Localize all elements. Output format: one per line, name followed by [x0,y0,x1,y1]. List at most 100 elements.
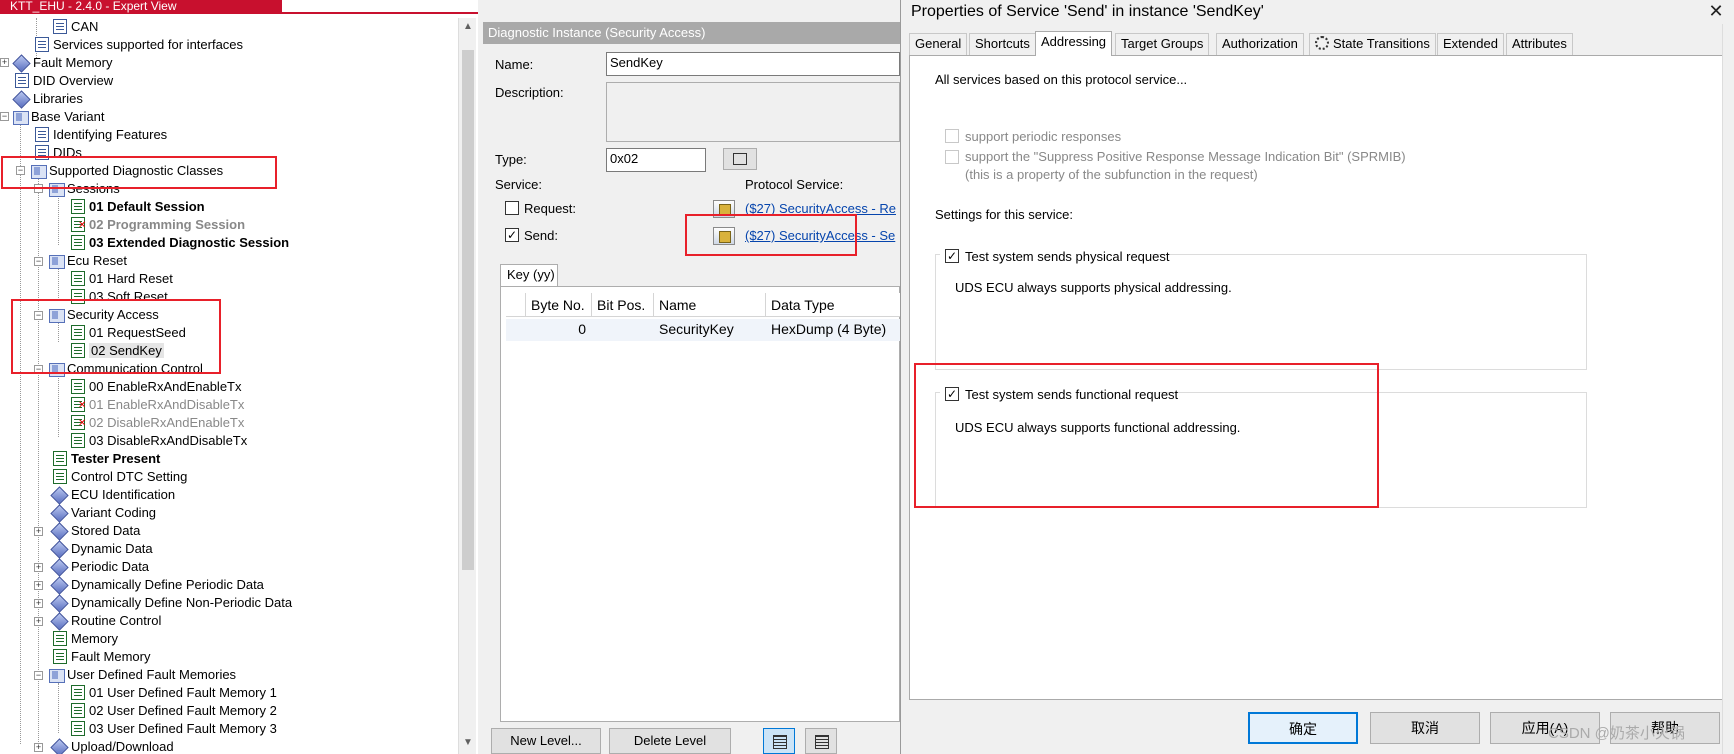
service-icon [71,271,85,286]
new-level-button[interactable]: New Level... [491,728,601,754]
tree-item-extended-session[interactable]: 03 Extended Diagnostic Session [71,234,289,252]
collapse-toggle[interactable]: − [34,257,43,266]
physical-request-note: UDS ECU always supports physical address… [955,280,1232,295]
service-label: Service: [495,177,542,192]
tree-item-dyn-define-periodic[interactable]: Dynamically Define Periodic Data [51,576,264,594]
close-icon[interactable]: ✕ [1701,0,1731,22]
tab-authorization[interactable]: Authorization [1216,33,1304,55]
tree-item-dyn-define-nonperiodic[interactable]: Dynamically Define Non-Periodic Data [51,594,292,612]
document-icon [53,19,67,34]
tab-shortcuts[interactable]: Shortcuts [969,33,1036,55]
scroll-down-icon[interactable]: ▼ [463,738,473,748]
tree-item-disable-rx-enable-tx[interactable]: 02 DisableRxAndEnableTx [71,414,244,432]
view-mode-detail-button[interactable] [805,728,837,754]
column-header-byte-no[interactable]: Byte No. [526,293,592,317]
description-field[interactable] [606,82,900,142]
service-icon [53,469,67,484]
service-icon [71,235,85,250]
tree-item-user-defined-fault-memories[interactable]: User Defined Fault Memories [49,666,236,684]
tree-item-enable-rx-enable-tx[interactable]: 00 EnableRxAndEnableTx [71,378,242,396]
expand-toggle[interactable]: + [34,743,43,752]
gem-icon [51,559,67,574]
gem-icon [51,505,67,520]
tree-item-identifying-features[interactable]: Identifying Features [35,126,167,144]
tree-item-stored-data[interactable]: Stored Data [51,522,140,540]
type-field[interactable]: 0x02 [606,148,706,172]
tree-item-udfm-1[interactable]: 01 User Defined Fault Memory 1 [71,684,277,702]
expand-toggle[interactable]: + [34,599,43,608]
tree-item-base-variant[interactable]: Base Variant [13,108,104,126]
collapse-toggle[interactable]: − [0,112,9,121]
name-field[interactable]: SendKey [606,52,900,76]
intro-text: All services based on this protocol serv… [935,72,1188,87]
tree-guide [58,195,59,245]
disabled-service-icon [71,397,86,412]
column-header-name[interactable]: Name [654,293,766,317]
send-checkbox[interactable]: ✓ [505,228,519,242]
expand-toggle[interactable]: + [34,581,43,590]
tree-item-routine-control[interactable]: Routine Control [51,612,161,630]
name-label: Name: [495,57,534,72]
service-properties-dialog: Properties of Service 'Send' in instance… [900,0,1734,754]
tree-item-libraries[interactable]: Libraries [13,90,83,108]
tree-item-tester-present[interactable]: Tester Present [53,450,160,468]
tree-item-variant-coding[interactable]: Variant Coding [51,504,156,522]
tree-item-can[interactable]: CAN [53,18,98,36]
tree-item-hard-reset[interactable]: 01 Hard Reset [71,270,173,288]
tab-general[interactable]: General [909,33,968,55]
tree-item-default-session[interactable]: 01 Default Session [71,198,205,216]
tree-item-programming-session[interactable]: 02 Programming Session [71,216,245,234]
scroll-thumb[interactable] [462,50,474,570]
expand-toggle[interactable]: + [0,58,9,67]
highlight-box-functional [914,363,1379,508]
tree-item-udfm-3[interactable]: 03 User Defined Fault Memory 3 [71,720,277,738]
tab-addressing[interactable]: Addressing [1035,31,1113,56]
sprmib-label: support the "Suppress Positive Response … [965,149,1406,164]
physical-request-checkbox[interactable]: ✓ [945,249,959,263]
tree-item-fault-memory-2[interactable]: Fault Memory [53,648,150,666]
column-header-data-type[interactable]: Data Type [766,293,901,317]
tab-state-transitions[interactable]: State Transitions [1309,33,1436,55]
request-checkbox[interactable] [505,201,519,215]
tab-attributes[interactable]: Attributes [1506,33,1573,55]
table-row[interactable]: 0 SecurityKey HexDump (4 Byte) [506,319,901,341]
document-icon [15,73,29,88]
tree-item-enable-rx-disable-tx[interactable]: 01 EnableRxAndDisableTx [71,396,244,414]
gem-icon [51,523,67,538]
tree-item-disable-rx-disable-tx[interactable]: 03 DisableRxAndDisableTx [71,432,247,450]
tree-item-dynamic-data[interactable]: Dynamic Data [51,540,153,558]
expand-toggle[interactable]: + [34,617,43,626]
ok-button[interactable]: 确定 [1248,712,1358,744]
tree-item-ecu-reset[interactable]: Ecu Reset [49,252,127,270]
tree-item-fault-memory[interactable]: Fault Memory [13,54,112,72]
tree-guide [58,371,59,437]
folder-icon [13,109,29,125]
gem-icon [51,613,67,628]
cancel-button[interactable]: 取消 [1370,712,1480,744]
tab-extended[interactable]: Extended [1437,33,1504,55]
column-header-bit-pos[interactable]: Bit Pos. [592,293,654,317]
gem-icon [13,55,29,70]
tab-target-groups[interactable]: Target Groups [1115,33,1210,55]
tree-item-upload-download[interactable]: Upload/Download [51,738,174,754]
tree-item-did-overview[interactable]: DID Overview [15,72,113,90]
tree-item-periodic-data[interactable]: Periodic Data [51,558,149,576]
settings-label: Settings for this service: [935,207,1073,222]
tab-key[interactable]: Key (yy) [500,264,558,286]
tree-item-udfm-2[interactable]: 02 User Defined Fault Memory 2 [71,702,277,720]
type-picker-button[interactable] [723,148,757,170]
tree-item-services-supported[interactable]: Services supported for interfaces [35,36,243,54]
expand-toggle[interactable]: + [34,527,43,536]
tree-scrollbar[interactable]: ▲ ▼ [458,18,476,754]
highlight-box-security-access [11,299,221,374]
view-mode-list-button[interactable] [763,728,795,754]
tree-item-control-dtc-setting[interactable]: Control DTC Setting [53,468,187,486]
expand-toggle[interactable]: + [34,563,43,572]
physical-request-label: Test system sends physical request [965,249,1170,264]
delete-level-button[interactable]: Delete Level [609,728,731,754]
collapse-toggle[interactable]: − [34,671,43,680]
tree-item-memory[interactable]: Memory [53,630,118,648]
scroll-up-icon[interactable]: ▲ [463,22,473,32]
tree-item-ecu-identification[interactable]: ECU Identification [51,486,175,504]
right-edge-scrollbar[interactable] [1722,24,1734,754]
